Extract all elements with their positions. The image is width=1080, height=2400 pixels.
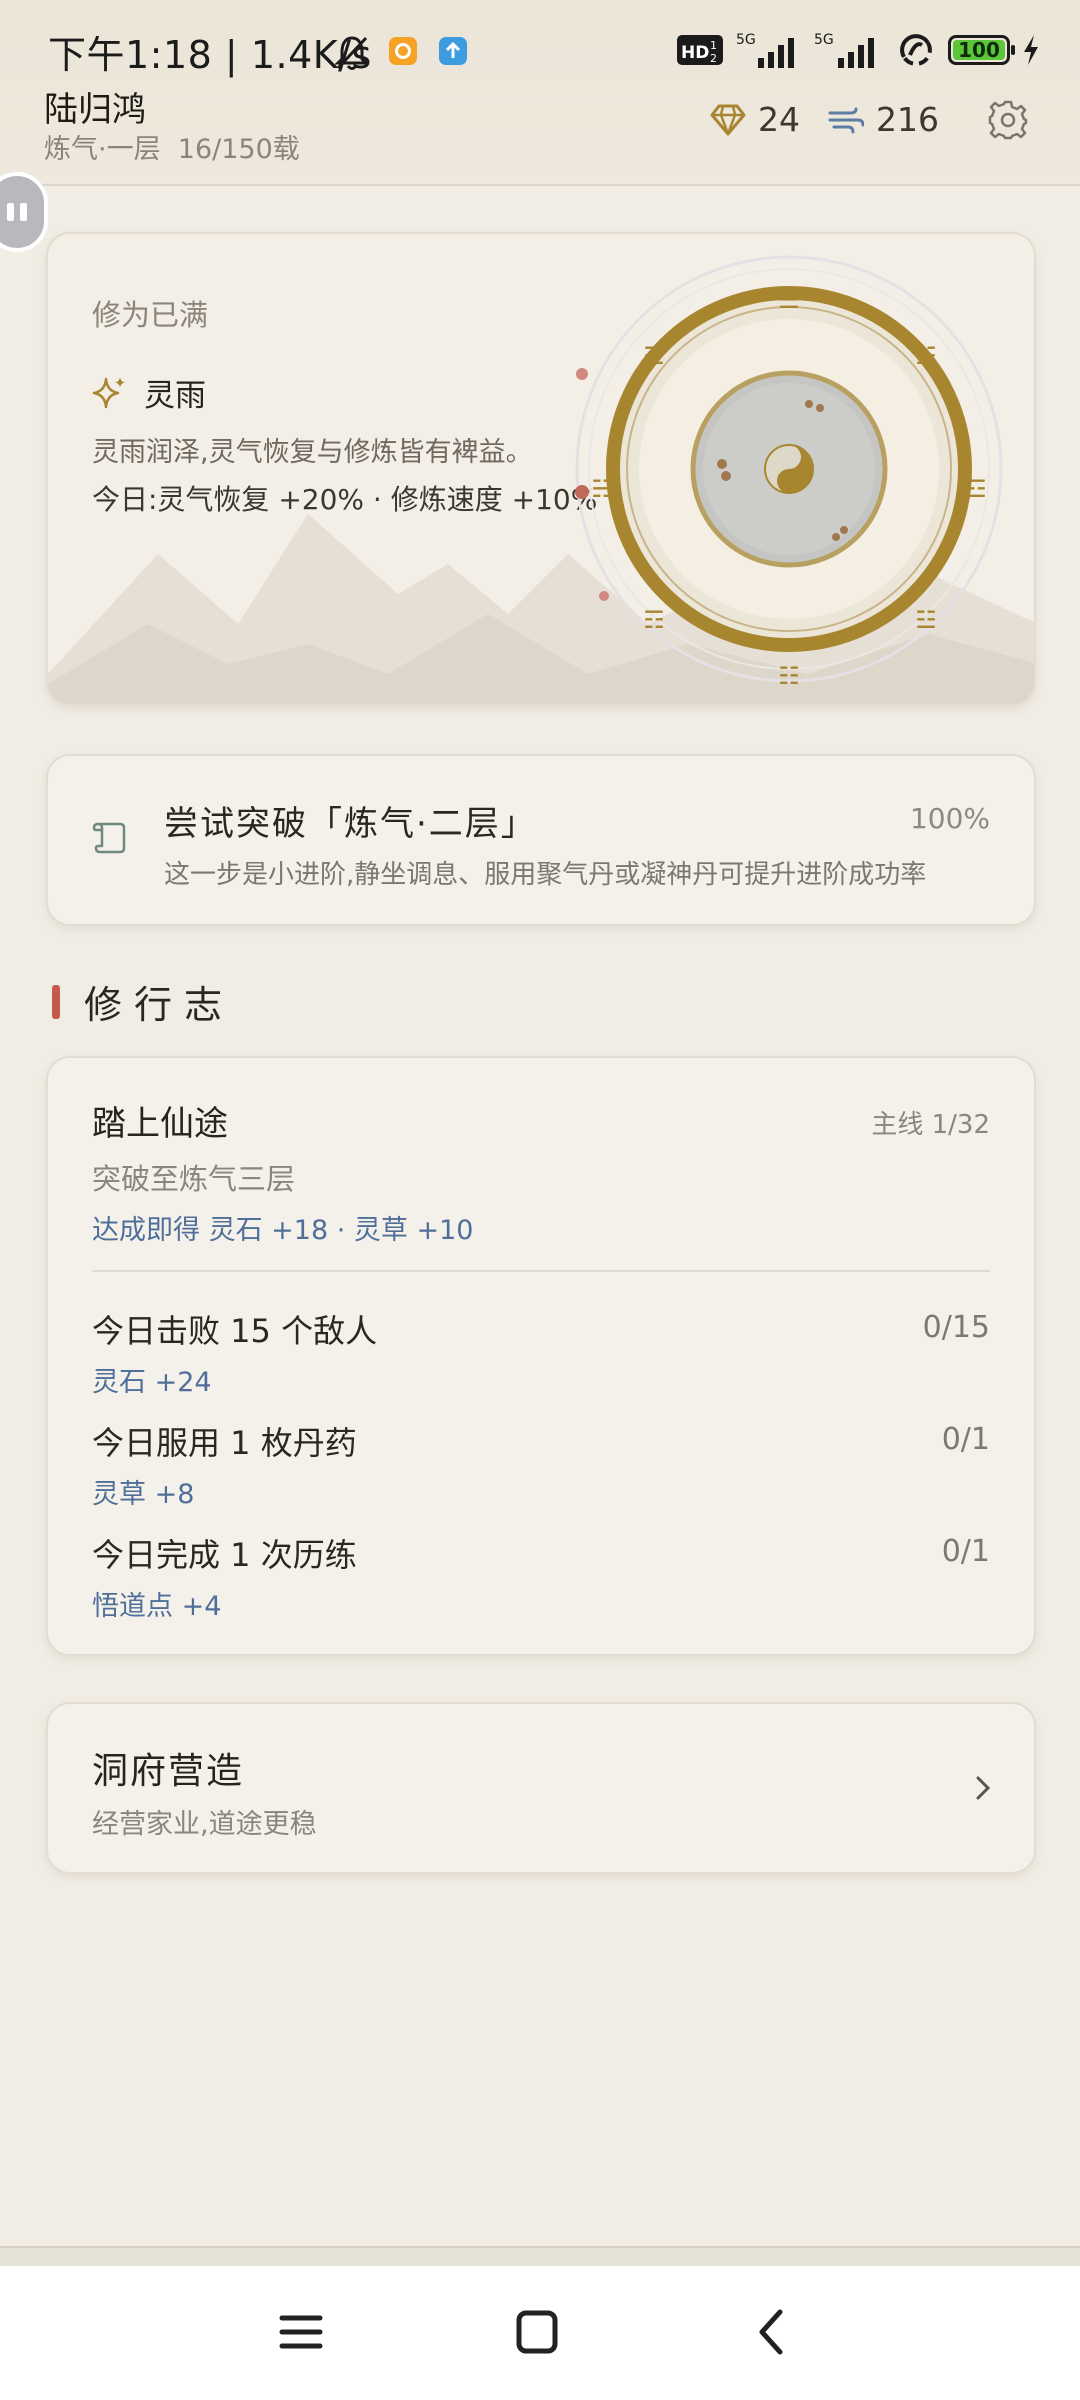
cave-building-card[interactable]: 洞府营造 经营家业,道途更稳 — [46, 1702, 1036, 1874]
daily-task-reward: 悟道点 +4 — [92, 1591, 222, 1622]
trigram-mark: ☷ — [778, 662, 800, 684]
yin-yang-icon — [764, 444, 814, 494]
system-nav-bar — [0, 2266, 1080, 2400]
trigram-mark: ☳ — [915, 606, 937, 634]
character-name: 陆归鸿 — [44, 90, 146, 130]
hd-icon: HD 1 2 — [677, 35, 723, 65]
svg-text:1: 1 — [710, 39, 717, 52]
silent-bell-icon — [334, 36, 370, 70]
quest-card[interactable]: 踏上仙途 主线 1/32 突破至炼气三层 达成即得 灵石 +18 · 灵草 +1… — [46, 1056, 1036, 1656]
bottom-divider — [0, 2246, 1080, 2266]
charging-icon — [1024, 35, 1038, 65]
spirit-stone-counter[interactable]: 24 — [710, 100, 800, 139]
battery-indicator: 100 — [948, 35, 1015, 65]
quest-divider — [92, 1270, 990, 1272]
floating-assist-handle[interactable] — [0, 172, 48, 252]
cultivation-status-label: 修为已满 — [92, 298, 209, 332]
blue-upload-icon — [439, 37, 467, 65]
daily-task-item[interactable]: 今日服用 1 枚丹药 0/1 灵草 +8 — [92, 1418, 990, 1528]
breakthrough-title: 尝试突破「炼气·二层」 — [164, 804, 537, 844]
daily-task-item[interactable]: 今日完成 1 次历练 0/1 悟道点 +4 — [92, 1530, 990, 1640]
daily-task-progress: 0/1 — [941, 1422, 990, 1457]
lifespan-label: 16/150载 — [177, 134, 300, 165]
daily-task-progress: 0/1 — [941, 1534, 990, 1569]
back-icon[interactable] — [752, 2304, 792, 2360]
home-icon[interactable] — [514, 2304, 560, 2360]
orange-app-icon — [389, 37, 417, 65]
daily-task-name: 今日服用 1 枚丹药 — [92, 1424, 357, 1462]
cultivation-status-card[interactable]: 修为已满 灵雨 灵雨润泽,灵气恢复与修炼皆有裨益。 今日:灵气恢复 +20% ·… — [46, 232, 1036, 706]
daily-task-reward: 灵草 +8 — [92, 1479, 195, 1510]
scroll-icon — [92, 822, 126, 854]
battery-level: 100 — [953, 38, 1005, 62]
gear-icon[interactable] — [988, 100, 1028, 140]
chevron-right-icon — [976, 1776, 991, 1800]
menu-icon[interactable] — [278, 2304, 324, 2360]
status-time: 下午1:18 | 1.4K/s — [48, 33, 372, 77]
status-bar: 下午1:18 | 1.4K/s HD 1 2 5G 5G 100 — [0, 22, 1080, 78]
top-header: 下午1:18 | 1.4K/s HD 1 2 5G 5G 100 陆归鸿 炼气·… — [0, 0, 1080, 186]
cultivation-dial[interactable]: ☰ ☱ ☲ ☳ ☷ ☶ ☵ ☴ — [574, 254, 1004, 684]
breakthrough-description: 这一步是小进阶,静坐调息、服用聚气丹或凝神丹可提升进阶成功率 — [164, 860, 927, 890]
journal-section-header: 修行志 — [52, 974, 234, 1029]
realm-label: 炼气·一层 — [44, 134, 161, 165]
qi-count: 216 — [876, 100, 939, 139]
svg-text:5G: 5G — [814, 32, 834, 48]
trigram-mark: ☰ — [778, 286, 800, 314]
sparkle-icon — [92, 376, 125, 408]
signal-icon: 5G — [736, 32, 794, 68]
daily-task-item[interactable]: 今日击败 15 个敌人 0/15 灵石 +24 — [92, 1306, 990, 1416]
diamond-icon — [710, 104, 746, 135]
weather-effect: 今日:灵气恢复 +20% · 修炼速度 +10% — [92, 483, 598, 516]
trigram-mark: ☱ — [915, 342, 937, 370]
weather-description: 灵雨润泽,灵气恢复与修炼皆有裨益。 — [92, 437, 533, 468]
main-quest-objective: 突破至炼气三层 — [92, 1162, 296, 1196]
hotspot-icon — [900, 34, 932, 66]
daily-task-name: 今日击败 15 个敌人 — [92, 1312, 378, 1350]
daily-task-reward: 灵石 +24 — [92, 1367, 212, 1398]
status-right: HD 1 2 5G 5G 100 — [676, 28, 1040, 72]
svg-text:2: 2 — [710, 52, 717, 65]
main-quest-title: 踏上仙途 — [92, 1104, 228, 1144]
breakthrough-card[interactable]: 尝试突破「炼气·二层」 100% 这一步是小进阶,静坐调息、服用聚气丹或凝神丹可… — [46, 754, 1036, 926]
journal-section-title: 修行志 — [84, 983, 235, 1027]
spirit-stone-count: 24 — [758, 100, 800, 139]
wind-icon — [828, 107, 864, 133]
weather-name: 灵雨 — [144, 378, 206, 414]
breakthrough-success-rate: 100% — [909, 802, 990, 835]
main-quest-reward: 达成即得 灵石 +18 · 灵草 +10 — [92, 1215, 474, 1246]
main-quest-tag: 主线 1/32 — [871, 1110, 990, 1140]
signal-icon: 5G — [814, 32, 874, 68]
trigram-mark: ☲ — [965, 475, 987, 503]
qi-counter[interactable]: 216 — [828, 100, 939, 139]
trigram-mark: ☶ — [643, 606, 665, 634]
daily-task-progress: 0/15 — [922, 1310, 990, 1345]
cave-subtitle: 经营家业,道途更稳 — [92, 1809, 317, 1840]
trigram-mark: ☴ — [643, 342, 665, 370]
weather-title: 灵雨 — [92, 370, 206, 415]
cave-title: 洞府营造 — [92, 1751, 245, 1792]
daily-task-name: 今日完成 1 次历练 — [92, 1536, 357, 1574]
svg-text:HD: HD — [681, 43, 709, 63]
trigram-mark: ☵ — [591, 475, 613, 503]
svg-text:5G: 5G — [736, 32, 756, 48]
section-accent-bar — [52, 984, 60, 1019]
character-realm-lifespan: 炼气·一层 16/150载 — [44, 127, 300, 166]
